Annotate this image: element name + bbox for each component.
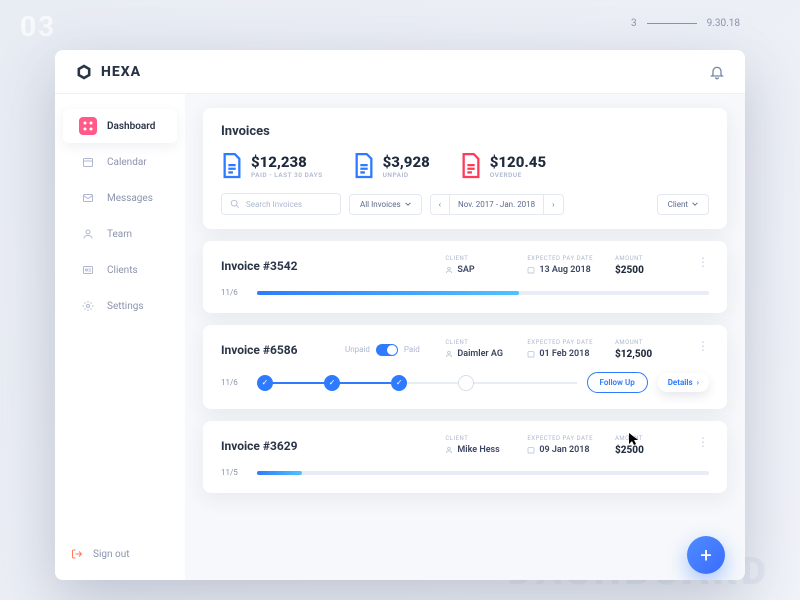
invoice-card-expanded[interactable]: Invoice #6586 Unpaid Paid CLIENTDaimler …: [203, 325, 727, 409]
search-icon: [230, 199, 240, 209]
chevron-right-icon[interactable]: ›: [543, 195, 562, 214]
sidebar-item-dashboard[interactable]: Dashboard: [63, 109, 177, 143]
user-icon: [445, 446, 453, 454]
step-done-icon: ✓: [324, 375, 340, 391]
hexa-icon: [75, 63, 93, 81]
cursor-icon: [628, 432, 640, 446]
page-number: 03: [20, 10, 56, 43]
calendar-icon: [527, 350, 535, 358]
logo-text: HEXA: [101, 64, 141, 80]
sidebar: Dashboard Calendar Messages Team Clients…: [55, 94, 185, 580]
sidebar-item-settings[interactable]: Settings: [63, 289, 177, 323]
progress-label: 11/5: [221, 468, 247, 477]
invoice-card[interactable]: Invoice #3542 CLIENTSAP EXPECTED PAY DAT…: [203, 241, 727, 313]
sort-client-button[interactable]: Client: [657, 194, 709, 215]
progress-bar: [257, 471, 709, 475]
sidebar-item-label: Dashboard: [107, 121, 155, 132]
calendar-icon: [527, 446, 535, 454]
step-done-icon: ✓: [391, 375, 407, 391]
settings-icon: [79, 297, 97, 315]
stat-paid: $12,238PAID - LAST 30 DAYS: [221, 153, 323, 179]
clients-icon: [79, 261, 97, 279]
team-icon: [79, 225, 97, 243]
sidebar-item-label: Clients: [107, 265, 138, 276]
progress-bar: [257, 291, 709, 295]
step-pending-icon: [458, 375, 474, 391]
main-content: Invoices $12,238PAID - LAST 30 DAYS $3,9…: [185, 94, 745, 580]
progress-label: 11/6: [221, 378, 247, 387]
sidebar-item-team[interactable]: Team: [63, 217, 177, 251]
invoice-title: Invoice #3542: [221, 259, 331, 273]
stat-overdue: $120.45OVERDUE: [460, 153, 546, 179]
followup-button[interactable]: Follow Up: [587, 372, 648, 393]
calendar-icon: [79, 153, 97, 171]
progress-steps: ✓ ✓ ✓: [257, 374, 577, 392]
page-title: Invoices: [221, 124, 709, 139]
app-window: HEXA Dashboard Calendar Messages Team: [55, 50, 745, 580]
date-range-filter[interactable]: ‹ Nov. 2017 - Jan. 2018 ›: [430, 194, 564, 215]
sidebar-item-label: Calendar: [107, 157, 147, 168]
app-header: HEXA: [55, 50, 745, 94]
signout-label: Sign out: [93, 549, 129, 560]
document-icon: [221, 153, 243, 179]
search-input[interactable]: Search Invoices: [221, 193, 341, 215]
dashboard-icon: [79, 117, 97, 135]
stat-unpaid: $3,928UNPAID: [353, 153, 430, 179]
add-invoice-button[interactable]: +: [687, 536, 725, 574]
plus-icon: +: [700, 543, 711, 567]
document-icon: [460, 153, 482, 179]
chevron-down-icon: [405, 201, 411, 207]
signout-button[interactable]: Sign out: [55, 538, 185, 570]
chevron-right-icon: ›: [697, 378, 699, 387]
messages-icon: [79, 189, 97, 207]
sidebar-item-label: Messages: [107, 193, 153, 204]
invoice-card[interactable]: Invoice #3629 CLIENTMike Hess EXPECTED P…: [203, 421, 727, 493]
calendar-icon: [527, 266, 535, 274]
sidebar-item-label: Team: [107, 229, 132, 240]
summary-card: Invoices $12,238PAID - LAST 30 DAYS $3,9…: [203, 108, 727, 229]
more-icon[interactable]: ⋮: [697, 339, 709, 353]
sidebar-item-clients[interactable]: Clients: [63, 253, 177, 287]
sidebar-item-calendar[interactable]: Calendar: [63, 145, 177, 179]
more-icon[interactable]: ⋮: [697, 255, 709, 269]
invoice-title: Invoice #6586: [221, 343, 331, 357]
page-meta: 3 9.30.18: [631, 18, 740, 29]
sidebar-item-label: Settings: [107, 301, 144, 312]
user-icon: [445, 266, 453, 274]
logo[interactable]: HEXA: [75, 63, 141, 81]
document-icon: [353, 153, 375, 179]
paid-toggle[interactable]: Unpaid Paid: [345, 344, 420, 356]
step-done-icon: ✓: [257, 375, 273, 391]
notifications-button[interactable]: [709, 64, 725, 80]
details-button[interactable]: Details›: [658, 373, 709, 392]
chevron-left-icon[interactable]: ‹: [431, 195, 450, 214]
invoice-title: Invoice #3629: [221, 439, 331, 453]
signout-icon: [71, 548, 83, 560]
progress-label: 11/6: [221, 288, 247, 297]
sidebar-item-messages[interactable]: Messages: [63, 181, 177, 215]
more-icon[interactable]: ⋮: [697, 435, 709, 449]
chevron-down-icon: [692, 201, 698, 207]
user-icon: [445, 350, 453, 358]
filter-all-button[interactable]: All Invoices: [349, 194, 422, 215]
